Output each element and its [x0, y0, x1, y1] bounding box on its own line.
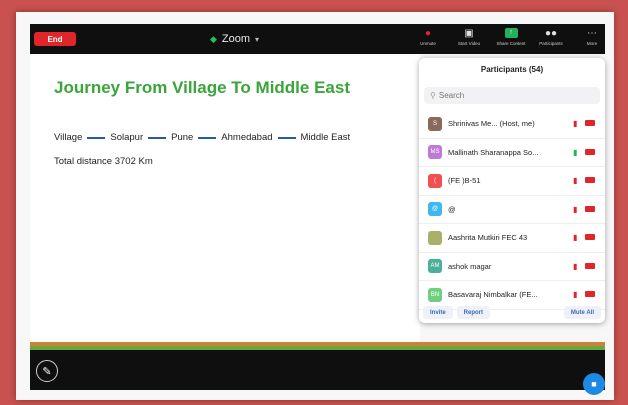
participants-icon: ●● [544, 28, 558, 39]
participant-row[interactable]: S Shrinivas Me... (Host, me) ▮ [419, 110, 605, 139]
participant-name: Basavaraj Nimbalkar (FE... [448, 290, 538, 300]
shared-slide: Journey From Village To Middle East Vill… [30, 54, 420, 342]
video-off-icon [585, 120, 595, 126]
route-stop: Pune [171, 132, 194, 143]
invite-button[interactable]: Invite [423, 306, 453, 319]
annotate-pencil-button[interactable]: ✎ [36, 360, 58, 382]
route-dash [198, 136, 217, 139]
participant-row[interactable]: AM ashok magar ▮ [419, 253, 605, 281]
unmute-button[interactable]: ● Unmute [411, 27, 445, 53]
participant-avatar: MS [428, 145, 442, 160]
participant-row[interactable]: @ @ ▮ [419, 196, 605, 224]
route-line: Village Solapur Pune Ahmedabad Middle Ea… [54, 132, 350, 143]
participant-avatar: @ [428, 202, 442, 217]
participant-name: Mallinath Sharanappa So... [448, 147, 539, 157]
video-off-icon: ▣ [464, 28, 474, 39]
slide-title: Journey From Village To Middle East [54, 78, 350, 97]
video-off-icon [585, 262, 595, 269]
microphone-muted-icon: ▮ [573, 261, 578, 271]
end-meeting-button[interactable]: End [34, 32, 76, 46]
total-distance: Total distance 3702 Km [54, 156, 153, 167]
participants-panel: Participants (54) ⚲ S Shrinivas Me... (Ho… [419, 58, 605, 323]
more-button[interactable]: ⋯ More [575, 27, 609, 53]
route-dash [87, 136, 106, 139]
participant-name: @ [448, 204, 456, 214]
participant-avatar: S [428, 116, 442, 131]
start-video-button[interactable]: ▣ Start Video [452, 27, 486, 53]
search-input[interactable] [438, 91, 589, 100]
participant-avatar [428, 230, 442, 245]
security-shield-icon: ◆ [210, 33, 217, 44]
participant-row[interactable]: ( (FE )B-51 ▮ [419, 167, 605, 196]
meeting-title-dropdown[interactable]: ◆ Zoom ▾ [210, 30, 259, 48]
meeting-toolbar: End ◆ Zoom ▾ ● Unmute ▣ Start Video ↑ Sh… [30, 24, 605, 54]
route-stop: Village [54, 132, 83, 143]
participant-search[interactable]: ⚲ [424, 87, 600, 104]
pencil-icon: ✎ [42, 365, 52, 378]
camera-button[interactable]: ■ [583, 373, 605, 395]
meeting-title: Zoom [221, 33, 251, 45]
unmute-label: Unmute [420, 41, 436, 46]
start-video-label: Start Video [457, 41, 481, 46]
share-content-button[interactable]: ↑ Share Content [494, 27, 528, 53]
video-off-icon [585, 148, 595, 155]
participant-name: ashok magar [448, 261, 492, 271]
route-stop: Ahmedabad [221, 132, 273, 143]
share-content-label: Share Content [496, 41, 526, 46]
more-icon: ⋯ [587, 28, 597, 39]
chevron-down-icon: ▾ [255, 34, 260, 44]
route-dash [148, 136, 167, 139]
panel-footer: Invite Report Mute All [419, 302, 605, 323]
participants-button[interactable]: ●● Participants [534, 27, 568, 53]
microphone-muted-icon: ● [424, 28, 432, 39]
bottom-bar: ✎ [30, 350, 605, 390]
participants-panel-title: Participants (54) [480, 65, 544, 74]
video-off-icon [585, 291, 595, 297]
participant-list: S Shrinivas Me... (Host, me) ▮ MS Mallinath … [419, 110, 605, 310]
search-icon: ⚲ [430, 91, 436, 100]
microphone-muted-icon: ▮ [573, 233, 578, 242]
route-dash [277, 136, 296, 139]
camera-icon: ■ [591, 379, 597, 389]
participant-avatar: ( [428, 173, 442, 188]
video-off-icon [585, 234, 595, 240]
mute-all-button[interactable]: Mute All [563, 306, 601, 319]
slide-progress-strip [30, 342, 605, 350]
video-off-icon [585, 205, 595, 212]
microphone-muted-icon: ▮ [573, 204, 578, 214]
participants-label: Participants [539, 41, 563, 46]
participant-name: Shrinivas Me... (Host, me) [448, 119, 535, 129]
microphone-on-icon: ▮ [573, 147, 578, 157]
video-off-icon [585, 177, 595, 183]
participant-avatar: AM [428, 259, 442, 274]
route-stop: Middle East [300, 132, 351, 143]
participant-name: Aashrita Mutkiri FEC 43 [448, 233, 528, 243]
share-screen-icon: ↑ [504, 28, 518, 38]
report-button[interactable]: Report [456, 306, 491, 319]
microphone-muted-icon: ▮ [573, 290, 578, 299]
route-stop: Solapur [110, 132, 144, 143]
participant-row[interactable]: MS Mallinath Sharanappa So... ▮ [419, 139, 605, 167]
participant-row[interactable]: Aashrita Mutkiri FEC 43 ▮ [419, 224, 605, 253]
participant-name: (FE )B-51 [448, 176, 481, 186]
participant-avatar: BN [428, 287, 442, 302]
microphone-muted-icon: ▮ [573, 119, 578, 128]
more-label: More [586, 41, 598, 46]
microphone-muted-icon: ▮ [573, 176, 578, 185]
